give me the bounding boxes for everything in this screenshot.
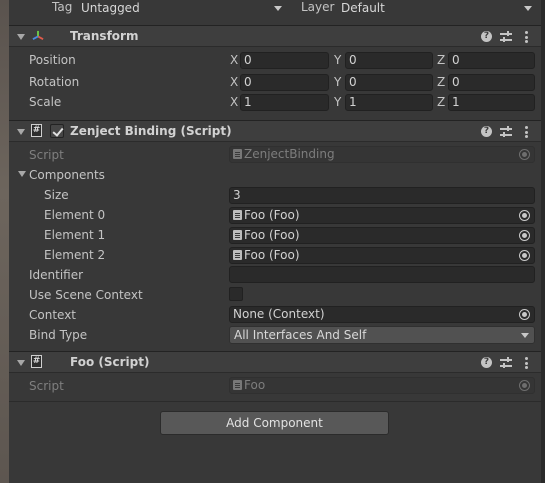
add-component-button[interactable]: Add Component xyxy=(160,411,389,435)
element-0-field[interactable]: Foo (Foo) xyxy=(229,207,535,224)
axis-x-label[interactable]: X xyxy=(230,53,238,67)
use-scene-context-checkbox[interactable] xyxy=(229,287,243,301)
position-label: Position xyxy=(29,53,76,67)
element-1-value: Foo (Foo) xyxy=(244,228,300,242)
chevron-down-icon xyxy=(274,6,282,11)
position-x-field[interactable]: 0 xyxy=(240,52,329,69)
layer-dropdown[interactable]: Default xyxy=(339,0,535,17)
position-y-field[interactable]: 0 xyxy=(345,52,433,69)
element-2-field[interactable]: Foo (Foo) xyxy=(229,247,535,264)
bind-type-label: Bind Type xyxy=(29,328,88,342)
script-icon: # xyxy=(31,124,42,137)
foldout-arrow-icon[interactable] xyxy=(17,360,25,366)
script-icon: # xyxy=(31,355,42,368)
rotation-y-field[interactable]: 0 xyxy=(345,74,433,91)
transform-title: Transform xyxy=(70,29,139,43)
divider xyxy=(9,401,541,402)
tag-value: Untagged xyxy=(81,1,140,15)
context-label: Context xyxy=(29,308,77,322)
script-file-icon xyxy=(233,210,242,220)
presets-icon[interactable] xyxy=(500,126,512,138)
object-picker-icon xyxy=(519,380,530,391)
component-enabled-checkbox[interactable] xyxy=(50,124,64,138)
object-picker-icon[interactable] xyxy=(519,210,530,221)
axis-x-label[interactable]: X xyxy=(230,95,238,109)
scrollbar-track[interactable] xyxy=(541,0,545,483)
axis-y-label[interactable]: Y xyxy=(334,75,341,89)
layer-value: Default xyxy=(341,1,385,15)
tag-label: Tag xyxy=(52,0,73,14)
script-file-icon xyxy=(233,380,242,390)
rotation-x-field[interactable]: 0 xyxy=(240,74,329,91)
rotation-label: Rotation xyxy=(29,75,80,89)
zenject-binding-header[interactable]: # Zenject Binding (Script) ? xyxy=(9,120,541,142)
context-value: None (Context) xyxy=(233,307,325,321)
transform-header[interactable]: Transform ? xyxy=(9,25,541,47)
position-z-field[interactable]: 0 xyxy=(448,52,535,69)
components-label[interactable]: Components xyxy=(29,168,105,182)
element-1-label: Element 1 xyxy=(44,228,106,242)
element-2-label: Element 2 xyxy=(44,248,106,262)
presets-icon[interactable] xyxy=(500,31,512,43)
element-0-value: Foo (Foo) xyxy=(244,208,300,222)
foo-script-object-field: Foo xyxy=(229,377,535,394)
scale-z-field[interactable]: 1 xyxy=(448,94,535,111)
script-file-icon xyxy=(233,230,242,240)
element-1-field[interactable]: Foo (Foo) xyxy=(229,227,535,244)
foo-script-header[interactable]: # Foo (Script) ? xyxy=(9,351,541,373)
bind-type-value: All Interfaces And Self xyxy=(234,328,367,342)
kebab-menu-icon[interactable] xyxy=(525,126,528,138)
use-scene-context-label: Use Scene Context xyxy=(29,288,143,302)
object-picker-icon[interactable] xyxy=(519,250,530,261)
script-value: ZenjectBinding xyxy=(244,147,335,161)
object-picker-icon xyxy=(519,149,530,160)
tag-dropdown[interactable]: Untagged xyxy=(79,0,285,17)
script-file-icon xyxy=(233,250,242,260)
foo-script-value: Foo xyxy=(244,378,266,392)
kebab-menu-icon[interactable] xyxy=(525,357,528,369)
help-icon[interactable]: ? xyxy=(481,357,492,368)
size-label: Size xyxy=(44,188,69,202)
context-field[interactable]: None (Context) xyxy=(229,306,535,323)
layer-label: Layer xyxy=(301,0,335,14)
foldout-arrow-icon[interactable] xyxy=(17,34,25,40)
script-label: Script xyxy=(29,148,64,162)
foo-script-label: Script xyxy=(29,379,64,393)
presets-icon[interactable] xyxy=(500,357,512,369)
axis-z-label[interactable]: Z xyxy=(437,53,445,67)
axis-x-label[interactable]: X xyxy=(230,75,238,89)
axis-y-label[interactable]: Y xyxy=(334,95,341,109)
rotation-z-field[interactable]: 0 xyxy=(448,74,535,91)
scene-view-edge xyxy=(0,0,9,483)
identifier-field[interactable] xyxy=(229,266,535,283)
bind-type-dropdown[interactable]: All Interfaces And Self xyxy=(229,326,535,344)
chevron-down-icon xyxy=(521,333,529,338)
axis-z-label[interactable]: Z xyxy=(437,95,445,109)
zenject-binding-title: Zenject Binding (Script) xyxy=(70,124,232,138)
inspector-panel: Tag Untagged Layer Default Transform ? P… xyxy=(9,0,541,483)
element-2-value: Foo (Foo) xyxy=(244,248,300,262)
scale-label: Scale xyxy=(29,95,62,109)
help-icon[interactable]: ? xyxy=(481,126,492,137)
element-0-label: Element 0 xyxy=(44,208,106,222)
object-picker-icon[interactable] xyxy=(519,309,530,320)
identifier-label: Identifier xyxy=(29,268,84,282)
size-field[interactable]: 3 xyxy=(229,187,535,204)
foo-script-title: Foo (Script) xyxy=(70,355,150,369)
script-object-field: ZenjectBinding xyxy=(229,146,535,163)
kebab-menu-icon[interactable] xyxy=(525,31,528,43)
axis-y-label[interactable]: Y xyxy=(334,53,341,67)
scale-x-field[interactable]: 1 xyxy=(240,94,329,111)
object-picker-icon[interactable] xyxy=(519,230,530,241)
transform-axes-icon xyxy=(32,30,44,41)
help-icon[interactable]: ? xyxy=(481,31,492,42)
scale-y-field[interactable]: 1 xyxy=(345,94,433,111)
foldout-arrow-icon[interactable] xyxy=(17,129,25,135)
chevron-down-icon xyxy=(524,6,532,11)
components-foldout-icon[interactable] xyxy=(18,171,26,177)
script-file-icon xyxy=(233,149,242,159)
axis-z-label[interactable]: Z xyxy=(437,75,445,89)
